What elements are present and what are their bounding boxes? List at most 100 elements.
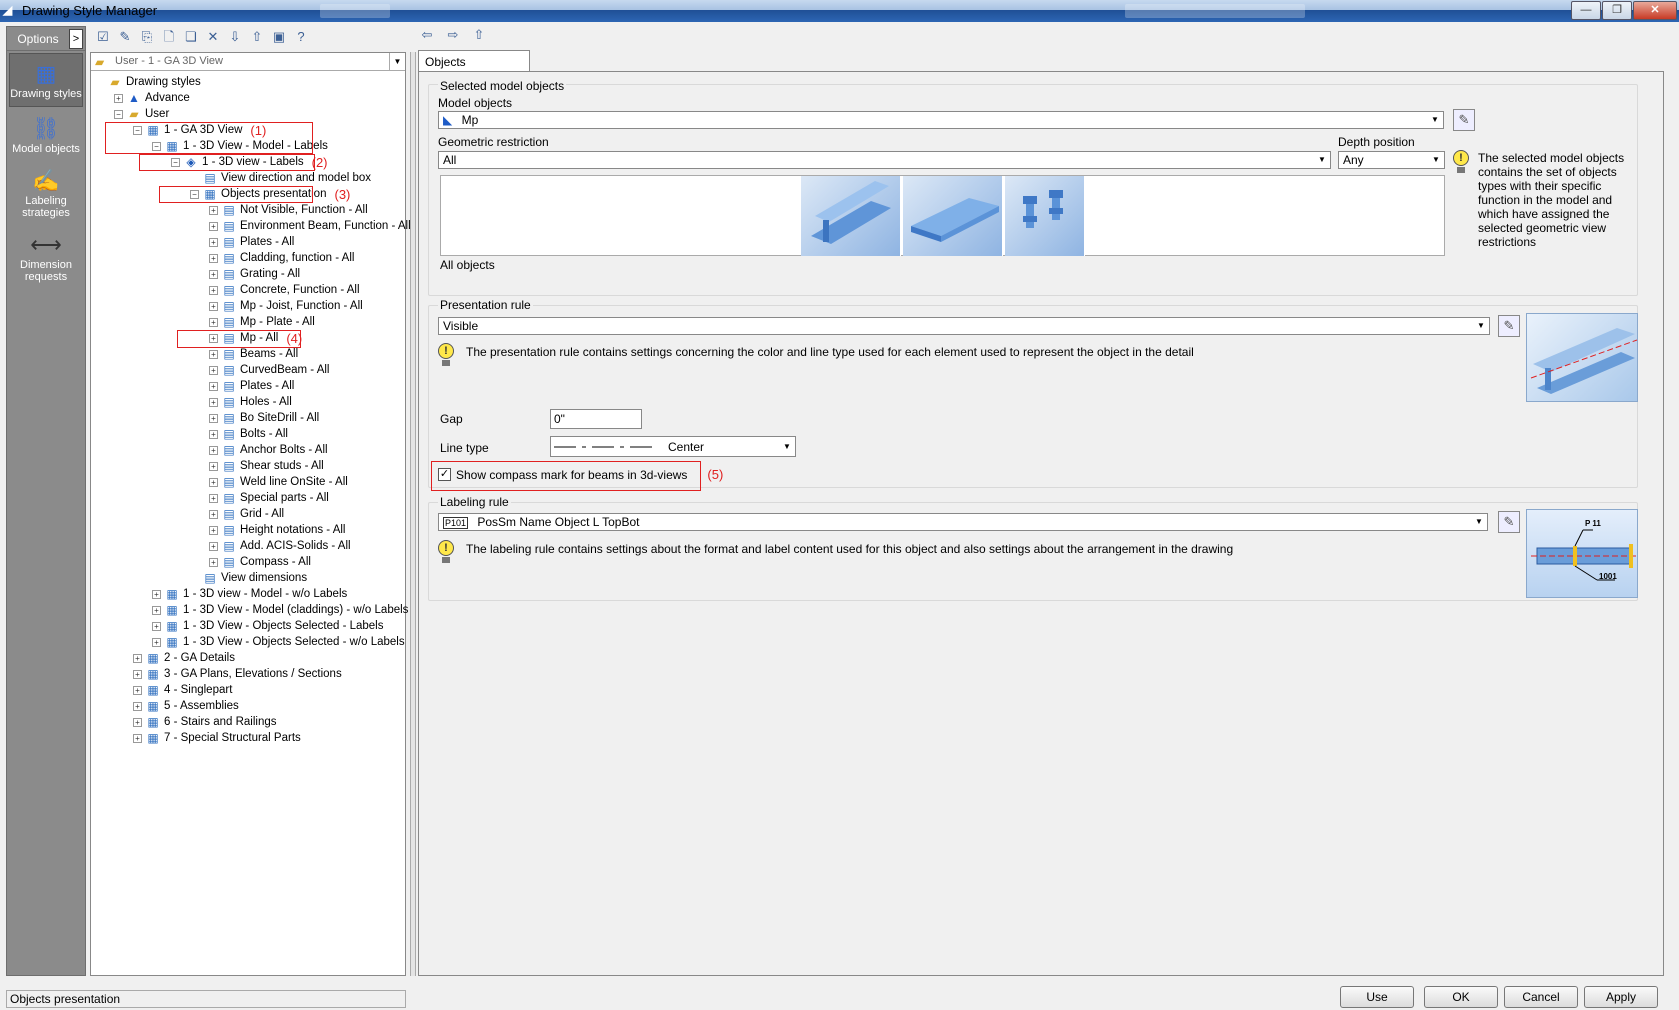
tree-node[interactable]: + ▤ Special parts - All [209,491,329,506]
expand-icon[interactable]: + [209,398,218,407]
new-icon[interactable]: 🗋 [160,28,178,46]
gap-input[interactable]: 0" [550,409,642,429]
expand-icon[interactable]: + [209,238,218,247]
tree-node[interactable]: + ▤ Anchor Bolts - All [209,443,328,458]
tree-node[interactable]: + ▤ CurvedBeam - All [209,363,329,378]
chevron-down-icon[interactable]: ▼ [1428,152,1444,168]
nav-item-model-objects[interactable]: ⛓ Model objects [7,109,85,161]
tree-node[interactable]: + ▤ Grid - All [209,507,284,522]
tree-node[interactable]: + ▤ Grating - All [209,267,300,282]
tree-node[interactable]: + ▦ 6 - Stairs and Railings [133,715,277,730]
tree-node[interactable]: + ▦ 2 - GA Details [133,651,235,666]
tree-node[interactable]: + ▤ Mp - Joist, Function - All [209,299,363,314]
expand-icon[interactable]: + [152,606,161,615]
expand-icon[interactable]: + [209,206,218,215]
panel-splitter[interactable] [410,52,416,976]
tree-node[interactable]: + ▤ Plates - All [209,379,294,394]
tree-node[interactable]: ▤ View direction and model box [190,171,371,186]
close-button[interactable]: ✕ [1633,1,1677,20]
expand-icon[interactable]: + [209,542,218,551]
tree-node[interactable]: − ▰ User [114,107,169,122]
expand-icon[interactable]: + [209,462,218,471]
export-icon[interactable]: ⇧ [248,28,266,46]
geometric-restriction-select[interactable]: All ▼ [438,151,1331,169]
expand-icon[interactable]: + [114,94,123,103]
tree-node[interactable]: + ▲ Advance [114,91,190,106]
expand-icon[interactable]: + [152,590,161,599]
expand-icon[interactable]: + [209,382,218,391]
style-selector[interactable]: ▰ User - 1 - GA 3D View ▼ [91,53,405,71]
tree-node[interactable]: + ▤ Not Visible, Function - All [209,203,368,218]
presentation-rule-edit-button[interactable]: ✎ [1498,315,1520,337]
expand-icon[interactable]: + [133,702,142,711]
expand-icon[interactable]: + [209,254,218,263]
use-button[interactable]: Use [1340,986,1414,1008]
chevron-down-icon[interactable]: ▼ [1427,112,1443,128]
expand-icon[interactable]: + [209,558,218,567]
expand-icon[interactable]: + [209,270,218,279]
collapse-icon[interactable]: − [114,110,123,119]
expand-icon[interactable]: + [209,494,218,503]
expand-icon[interactable]: + [209,366,218,375]
chevron-down-icon[interactable]: ▼ [1471,514,1487,530]
model-objects-select[interactable]: ◣ Mp ▼ [438,111,1444,129]
line-type-select[interactable]: Center ▼ [550,436,796,457]
forward-arrow-icon[interactable]: ⇨ [444,26,462,44]
minimize-button[interactable]: — [1571,1,1601,20]
expand-icon[interactable]: + [209,318,218,327]
expand-icon[interactable]: + [209,222,218,231]
expand-icon[interactable]: + [209,510,218,519]
help-icon[interactable]: ? [292,28,310,46]
copy-icon[interactable]: ⎘ [138,28,156,46]
expand-icon[interactable]: + [133,654,142,663]
tree-node[interactable]: + ▤ Height notations - All [209,523,345,538]
tree-node[interactable]: + ▤ Cladding, function - All [209,251,354,266]
tree-node[interactable]: + ▤ Holes - All [209,395,292,410]
options-expand-button[interactable]: > [69,28,83,49]
tree-node[interactable]: + ▤ Bolts - All [209,427,288,442]
tree-node[interactable]: + ▤ Concrete, Function - All [209,283,360,298]
back-arrow-icon[interactable]: ⇦ [418,26,436,44]
tree-node[interactable]: + ▦ 4 - Singlepart [133,683,232,698]
tree-node[interactable]: + ▤ Weld line OnSite - All [209,475,348,490]
expand-icon[interactable]: + [133,734,142,743]
expand-icon[interactable]: + [209,286,218,295]
tree-node[interactable]: ▤ View dimensions [190,571,307,586]
tab-objects-presentation[interactable]: Objects presentation [418,50,530,83]
tree-node[interactable]: + ▦ 7 - Special Structural Parts [133,731,301,746]
tree-node[interactable]: ▰ Drawing styles [95,75,200,90]
expand-icon[interactable]: + [209,414,218,423]
expand-icon[interactable]: + [133,686,142,695]
model-objects-edit-button[interactable]: ✎ [1453,109,1475,131]
tree-node[interactable]: + ▤ Plates - All [209,235,294,250]
tree-node[interactable]: + ▤ Shear studs - All [209,459,324,474]
chevron-down-icon[interactable]: ▼ [1473,318,1489,334]
expand-icon[interactable]: + [152,638,161,647]
expand-icon[interactable]: + [133,718,142,727]
expand-icon[interactable]: + [209,302,218,311]
tree-node[interactable]: + ▤ Mp - Plate - All [209,315,315,330]
expand-icon[interactable]: + [209,446,218,455]
compass-checkbox[interactable]: ✓ [438,468,451,481]
labeling-rule-select[interactable]: P101 PosSm Name Object L TopBot ▼ [438,513,1488,531]
nav-item-labeling-strategies[interactable]: ✍ Labeling strategies [7,161,85,225]
expand-icon[interactable]: + [133,670,142,679]
expand-icon[interactable]: + [209,430,218,439]
labeling-rule-edit-button[interactable]: ✎ [1498,511,1520,533]
tree-node[interactable]: + ▦ 1 - 3D View - Model (claddings) - w/o … [152,603,408,618]
settings-icon[interactable]: ▣ [270,28,288,46]
tree-node[interactable]: + ▦ 5 - Assemblies [133,699,239,714]
expand-icon[interactable]: + [152,622,161,631]
checkmark-icon[interactable]: ☑ [94,28,112,46]
nav-item-dimension-requests[interactable]: ⟷ Dimension requests [7,225,85,289]
tree-node[interactable]: + ▦ 1 - 3D View - Objects Selected - w/o L… [152,635,405,650]
maximize-button[interactable]: ❐ [1602,1,1632,20]
import-icon[interactable]: ⇩ [226,28,244,46]
tree-node[interactable]: + ▤ Compass - All [209,555,311,570]
chevron-down-icon[interactable]: ▼ [779,437,795,456]
chevron-down-icon[interactable]: ▼ [389,53,405,70]
chevron-down-icon[interactable]: ▼ [1314,152,1330,168]
expand-icon[interactable]: + [209,526,218,535]
tree-node[interactable]: + ▦ 1 - 3D View - Objects Selected - Label… [152,619,384,634]
nav-item-drawing-styles[interactable]: ▦ Drawing styles [9,53,83,107]
